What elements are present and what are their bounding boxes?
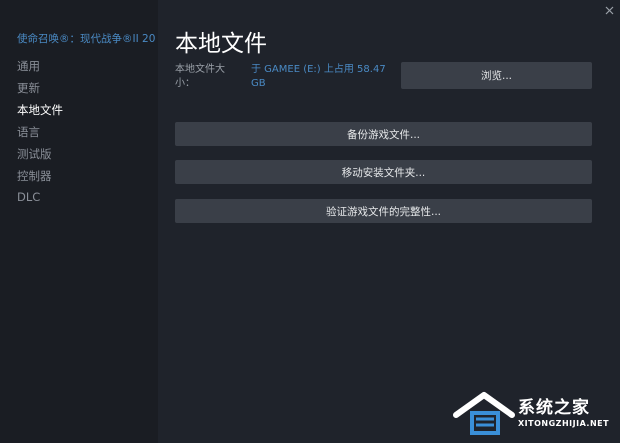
sidebar-item-dlc[interactable]: DLC (17, 190, 40, 204)
properties-window: 使命召唤®：现代战争®II 2022 通用 更新 本地文件 语言 测试版 控制器… (0, 0, 620, 443)
sidebar-item-language[interactable]: 语言 (17, 124, 40, 140)
sidebar-item-controller[interactable]: 控制器 (17, 168, 52, 184)
watermark-text: 系统之家 (518, 398, 590, 418)
browse-button[interactable]: 浏览... (401, 62, 592, 89)
game-title: 使命召唤®：现代战争®II 2022 (17, 33, 155, 45)
sidebar-item-betas[interactable]: 测试版 (17, 146, 52, 162)
sidebar-item-local-files[interactable]: 本地文件 (17, 102, 63, 118)
sidebar-item-general[interactable]: 通用 (17, 58, 40, 74)
verify-integrity-button[interactable]: 验证游戏文件的完整性... (175, 199, 592, 223)
local-files-size-value: 于 GAMEE (E:) 上占用 58.47 GB (251, 64, 386, 89)
watermark-subtext: XITONGZHIJIA.NET (518, 419, 610, 428)
watermark: 系统之家 XITONGZHIJIA.NET (450, 385, 620, 443)
page-title: 本地文件 (175, 31, 267, 57)
sidebar: 使命召唤®：现代战争®II 2022 通用 更新 本地文件 语言 测试版 控制器… (0, 0, 158, 443)
main-content: 本地文件 本地文件大小： 于 GAMEE (E:) 上占用 58.47 GB 浏… (158, 0, 620, 443)
house-logo-icon (453, 392, 515, 435)
close-button[interactable] (603, 4, 615, 16)
local-files-size-label: 本地文件大小： (175, 64, 225, 89)
sidebar-item-updates[interactable]: 更新 (17, 80, 40, 96)
move-install-folder-button[interactable]: 移动安装文件夹... (175, 160, 592, 184)
close-icon (605, 6, 613, 14)
backup-game-files-button[interactable]: 备份游戏文件... (175, 122, 592, 146)
